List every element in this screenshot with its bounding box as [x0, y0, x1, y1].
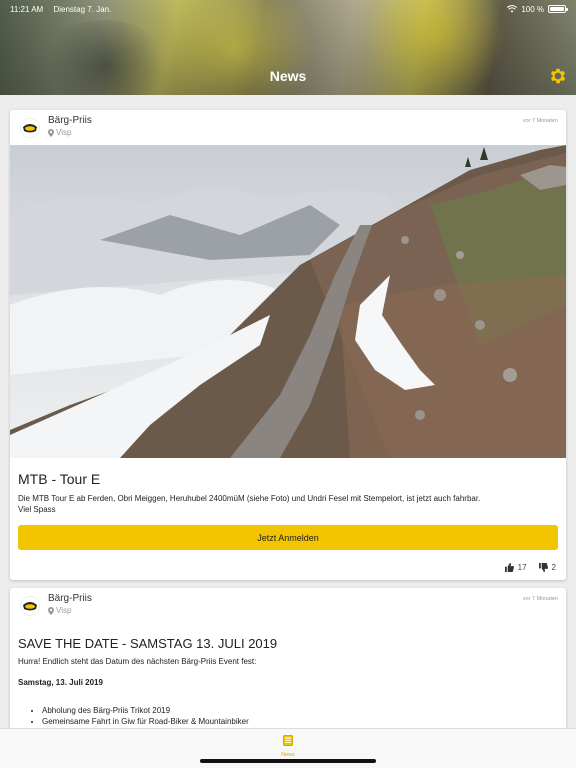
- post-card[interactable]: Bärg-Priis Visp vor 7 Monaten SAVE THE D…: [10, 588, 566, 748]
- post-timestamp: vor 7 Monaten: [522, 118, 558, 124]
- wifi-icon: [507, 5, 518, 13]
- thumbs-down-icon: [538, 563, 548, 572]
- post-date-line: Samstag, 13. Juli 2019: [18, 678, 103, 687]
- post-title: MTB - Tour E: [18, 471, 101, 487]
- list-item: Gemeinsame Fahrt in Giw für Road-Biker &…: [42, 716, 558, 727]
- list-item: Abholung des Bärg-Priis Trikot 2019: [42, 705, 558, 716]
- like-button[interactable]: 17: [504, 563, 527, 572]
- post-intro: Hurra! Endlich steht das Datum des nächs…: [18, 657, 257, 666]
- newspaper-icon: [283, 735, 293, 746]
- status-time: 11:21 AM: [10, 4, 44, 14]
- post-timestamp: vor 7 Monaten: [522, 596, 558, 602]
- avatar: [20, 118, 40, 138]
- like-count: 17: [517, 563, 527, 572]
- author-name[interactable]: Bärg-Priis: [48, 115, 92, 126]
- battery-percent: 100 %: [521, 4, 544, 14]
- register-button[interactable]: Jetzt Anmelden: [18, 525, 558, 550]
- avatar: [20, 596, 40, 616]
- author-name[interactable]: Bärg-Priis: [48, 593, 92, 604]
- tab-news-label: News: [281, 752, 295, 758]
- home-indicator[interactable]: [200, 759, 376, 763]
- post-author-row: Bärg-Priis Visp vor 7 Monaten: [10, 588, 566, 623]
- post-author-row: Bärg-Priis Visp vor 7 Monaten: [10, 110, 566, 145]
- post-reactions: 17 2: [504, 563, 556, 572]
- status-date: Dienstag 7. Jan.: [53, 4, 112, 14]
- post-photo[interactable]: [10, 145, 566, 458]
- header-banner: 11:21 AM Dienstag 7. Jan. 100 % News: [0, 0, 576, 95]
- location-pin-icon: [48, 128, 54, 137]
- dislike-count: 2: [551, 563, 556, 572]
- tab-bar: News: [0, 728, 576, 768]
- author-location: Visp: [48, 606, 71, 615]
- thumbs-up-icon: [504, 563, 514, 572]
- post-title: SAVE THE DATE - SAMSTAG 13. JULI 2019: [18, 636, 278, 651]
- post-list: Abholung des Bärg-Priis Trikot 2019 Geme…: [42, 705, 558, 727]
- page-title: News: [269, 68, 307, 84]
- dislike-button[interactable]: 2: [538, 563, 556, 572]
- post-body: Die MTB Tour E ab Ferden, Obri Meiggen, …: [18, 494, 481, 514]
- author-location: Visp: [48, 128, 71, 137]
- gear-icon[interactable]: [548, 66, 568, 86]
- battery-icon: [548, 5, 568, 13]
- status-bar: 11:21 AM Dienstag 7. Jan. 100 %: [10, 2, 568, 16]
- tab-news[interactable]: News: [270, 733, 306, 758]
- location-pin-icon: [48, 606, 54, 615]
- post-card[interactable]: Bärg-Priis Visp vor 7 Monaten MTB - Tour…: [10, 110, 566, 580]
